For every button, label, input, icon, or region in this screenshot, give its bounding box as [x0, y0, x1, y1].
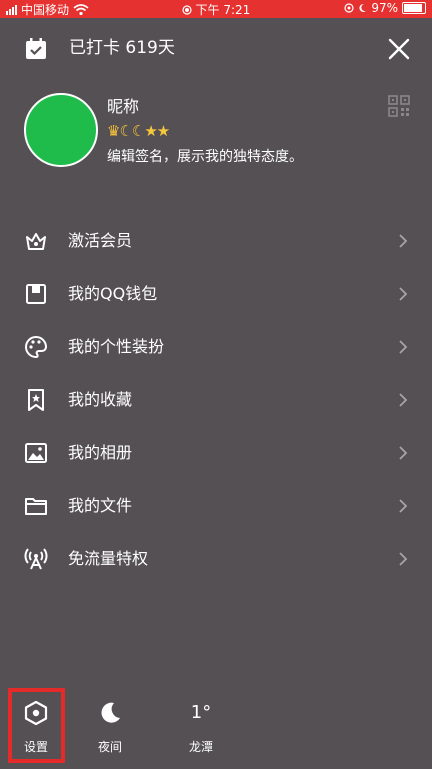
- menu-item-label: 我的QQ钱包: [68, 284, 158, 303]
- palette-icon: [25, 335, 48, 359]
- nickname[interactable]: 昵称: [107, 96, 139, 118]
- moon-badge-icon: ☾☾: [119, 122, 145, 140]
- menu-item-label: 我的个性装扮: [68, 337, 165, 356]
- status-bar: 中国移动 下午 7:21 97%: [0, 0, 432, 18]
- crown-icon: [26, 233, 46, 250]
- image-icon: [25, 443, 47, 463]
- signal-tower-icon: [24, 548, 48, 570]
- moon-status-icon: [359, 3, 367, 12]
- bookmark-star-icon: [28, 389, 44, 411]
- chevron-right-icon: [399, 340, 408, 354]
- star-badge-icon: ★★: [144, 122, 170, 140]
- menu-item-qq-wallet[interactable]: 我的QQ钱包: [0, 268, 432, 321]
- folder-icon: [25, 498, 47, 515]
- calendar-check-icon[interactable]: [24, 37, 48, 61]
- weather-button[interactable]: 1° 龙潭: [171, 700, 231, 755]
- night-label: 夜间: [97, 740, 122, 754]
- menu-item-favorites[interactable]: 我的收藏: [0, 374, 432, 427]
- drawer-header: 已打卡 619天: [0, 18, 432, 78]
- close-icon[interactable]: [386, 36, 412, 62]
- drawer-screen: 中国移动 下午 7:21 97% 已打卡 619天 昵称 ♛☾☾★★ 编辑签名，…: [0, 0, 432, 769]
- moon-icon: [101, 702, 120, 723]
- chevron-right-icon: [399, 393, 408, 407]
- signature[interactable]: 编辑签名，展示我的独特态度。: [107, 147, 303, 167]
- menu-item-files[interactable]: 我的文件: [0, 480, 432, 533]
- chevron-right-icon: [399, 552, 408, 566]
- chevron-right-icon: [399, 234, 408, 248]
- menu-item-label: 激活会员: [68, 231, 133, 250]
- wallet-icon: [26, 284, 46, 304]
- status-time: 下午 7:21: [195, 3, 251, 17]
- record-icon: [182, 5, 192, 15]
- chevron-right-icon: [399, 499, 408, 513]
- battery-icon: [402, 2, 426, 14]
- crown-badge-icon: ♛: [107, 122, 120, 140]
- menu-item-label: 免流量特权: [68, 549, 149, 568]
- menu-item-personal-theme[interactable]: 我的个性装扮: [0, 321, 432, 374]
- menu-item-label: 我的文件: [68, 496, 133, 515]
- menu-item-free-data[interactable]: 免流量特权: [0, 533, 432, 586]
- chevron-right-icon: [399, 446, 408, 460]
- checkin-days[interactable]: 已打卡 619天: [69, 36, 175, 60]
- drawer-menu: 激活会员 我的QQ钱包 我的个性装扮 我的收藏 我的相册 我的文件 免流量特权: [0, 215, 432, 586]
- weather-city: 龙潭: [188, 740, 213, 754]
- location-lock-icon: [344, 3, 354, 13]
- menu-item-label: 我的相册: [68, 443, 133, 462]
- menu-item-activate-vip[interactable]: 激活会员: [0, 215, 432, 268]
- menu-item-album[interactable]: 我的相册: [0, 427, 432, 480]
- avatar[interactable]: [24, 93, 98, 167]
- status-right: 97%: [344, 1, 426, 15]
- night-mode-button[interactable]: 夜间: [80, 700, 140, 755]
- menu-item-label: 我的收藏: [68, 390, 133, 409]
- settings-highlight-box: [8, 688, 65, 763]
- qr-code-icon[interactable]: [388, 95, 410, 117]
- level-badges[interactable]: ♛☾☾★★: [107, 122, 170, 140]
- weather-temperature: 1°: [190, 702, 212, 723]
- chevron-right-icon: [399, 287, 408, 301]
- battery-percent: 97%: [371, 1, 398, 15]
